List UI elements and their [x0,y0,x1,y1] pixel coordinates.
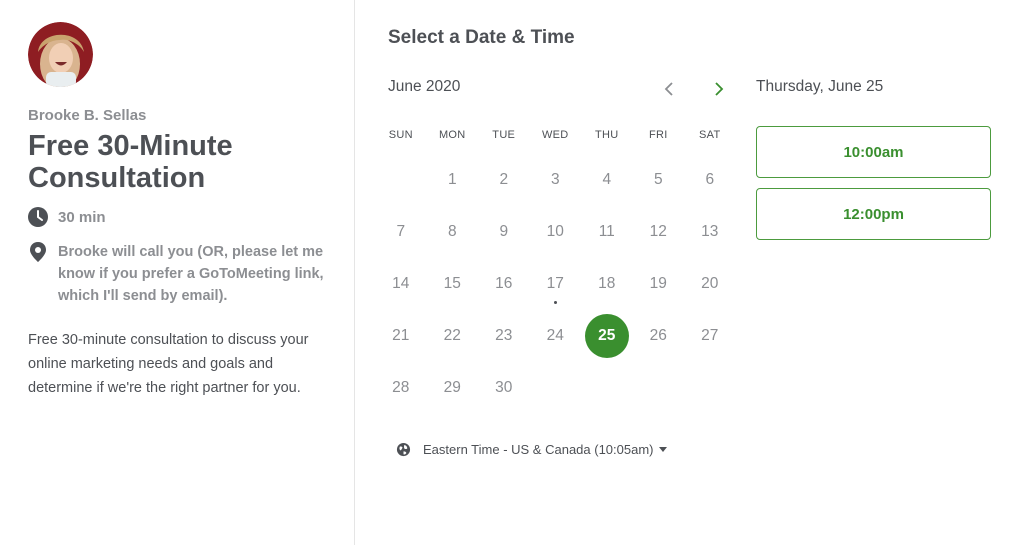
calendar-day-number: 27 [701,327,719,344]
avatar-image [28,22,93,87]
time-slot-button[interactable]: 10:00am [756,126,991,178]
calendar-day-number: 24 [546,327,564,344]
location-text: Brooke will call you (OR, please let me … [58,244,324,304]
previous-month-button[interactable] [658,78,680,100]
calendar-day-number: 1 [447,171,457,188]
time-slot-button[interactable]: 12:00pm [756,188,991,240]
calendar-day: 27 [684,310,736,362]
calendar-day: 22 [427,310,479,362]
calendar-day-number: 21 [392,327,410,344]
scheduler-title: Select a Date & Time [388,27,575,48]
chevron-right-icon [715,82,724,96]
calendar-day-number: 15 [443,275,461,292]
calendar-empty-cell [375,154,427,206]
calendar-grid: 1 2 3 4 5 6 7 8 9 10 11 12 13 14 15 16 17 18 19 20 21 22 23 24 2… [375,154,736,414]
calendar-day: 24 [530,310,582,362]
calendar-day: 23 [478,310,530,362]
calendar-day: 3 [530,154,582,206]
calendar-day-number: 25 [584,314,629,358]
host-name: Brooke B. Sellas [28,107,147,124]
calendar-day: 11 [581,206,633,258]
avatar [28,22,93,87]
selected-date-label: Thursday, June 25 [756,78,884,95]
calendar-day-number: 19 [649,275,667,292]
next-month-button[interactable] [708,78,730,100]
calendar-day: 1 [427,154,479,206]
calendar-day: 26 [633,310,685,362]
calendar-day: 9 [478,206,530,258]
calendar-day-button[interactable]: 30 [478,362,530,414]
calendar-day-number: 26 [649,327,667,344]
calendar-day-number: 23 [495,327,513,344]
calendar-day-number: 11 [598,223,615,240]
calendar-day: 13 [684,206,736,258]
chevron-left-icon [664,82,673,96]
calendar-day-number: 8 [447,223,457,240]
calendar-day-number: 4 [602,171,612,188]
calendar-day-number: 7 [396,223,406,240]
calendar-day: 10 [530,206,582,258]
event-description: Free 30-minute consultation to discuss y… [28,332,309,396]
calendar-day: 19 [633,258,685,310]
event-title: Free 30-Minute Consultation [28,130,233,194]
caret-down-icon [658,447,667,452]
calendar-day-number: 17 [533,262,577,306]
calendar-day-number: 10 [546,223,564,240]
weekday-label: FRI [648,129,668,141]
calendar-day-number: 16 [495,275,513,292]
calendar-day: 12 [633,206,685,258]
clock-icon [28,207,48,227]
calendar-day-number: 5 [653,171,663,188]
timezone-selector[interactable]: Eastern Time - US & Canada (10:05am) [396,442,667,457]
weekday-label: WED [541,129,569,141]
calendar-day: 4 [581,154,633,206]
calendar-day: 29 [427,362,479,414]
calendar-day: 7 [375,206,427,258]
calendar-day: 18 [581,258,633,310]
calendar-day-number: 14 [392,275,410,292]
calendar-day-number [379,158,423,202]
timezone-label: Eastern Time - US & Canada (10:05am) [423,442,654,457]
event-details-panel: Brooke B. Sellas Free 30-Minute Consulta… [0,0,355,545]
calendar-day-number: 22 [443,327,461,344]
duration-text: 30 min [58,208,106,226]
weekday-label: SAT [699,129,721,141]
calendar-day: 2 [478,154,530,206]
location-pin-icon [30,242,46,262]
globe-icon [396,442,411,457]
calendar-day-number: 18 [598,275,616,292]
calendar-day-number: 3 [550,171,560,188]
calendar-day-number: 30 [495,379,513,396]
calendar-day: 8 [427,206,479,258]
weekday-label: MON [438,129,466,141]
calendar-day-number: 13 [701,223,719,240]
calendar-day: 5 [633,154,685,206]
weekday-label: SUN [388,129,413,141]
calendar-day: 17 [530,258,582,310]
calendar-day: 20 [684,258,736,310]
event-duration: 30 min [28,207,106,227]
weekday-header: SUN MON TUE WED THU FRI SAT [375,129,736,141]
calendar-day-number: 6 [705,171,715,188]
weekday-label: TUE [492,129,516,141]
calendar-day: 6 [684,154,736,206]
calendar-day: 28 [375,362,427,414]
calendar-day-button[interactable]: 25 [581,310,633,362]
calendar-day-number: 29 [443,379,461,396]
calendar-day-number: 9 [499,223,509,240]
calendar-day: 14 [375,258,427,310]
calendar-day-number: 20 [701,275,719,292]
calendar-day: 21 [375,310,427,362]
calendar-day: 15 [427,258,479,310]
calendar-day: 16 [478,258,530,310]
month-label: June 2020 [388,78,461,95]
event-location: Brooke will call you (OR, please let me … [28,241,333,307]
calendar-day-number: 2 [499,171,509,188]
weekday-label: THU [594,129,619,141]
calendar-day-number: 12 [649,223,667,240]
calendar-day-number: 28 [392,379,410,396]
